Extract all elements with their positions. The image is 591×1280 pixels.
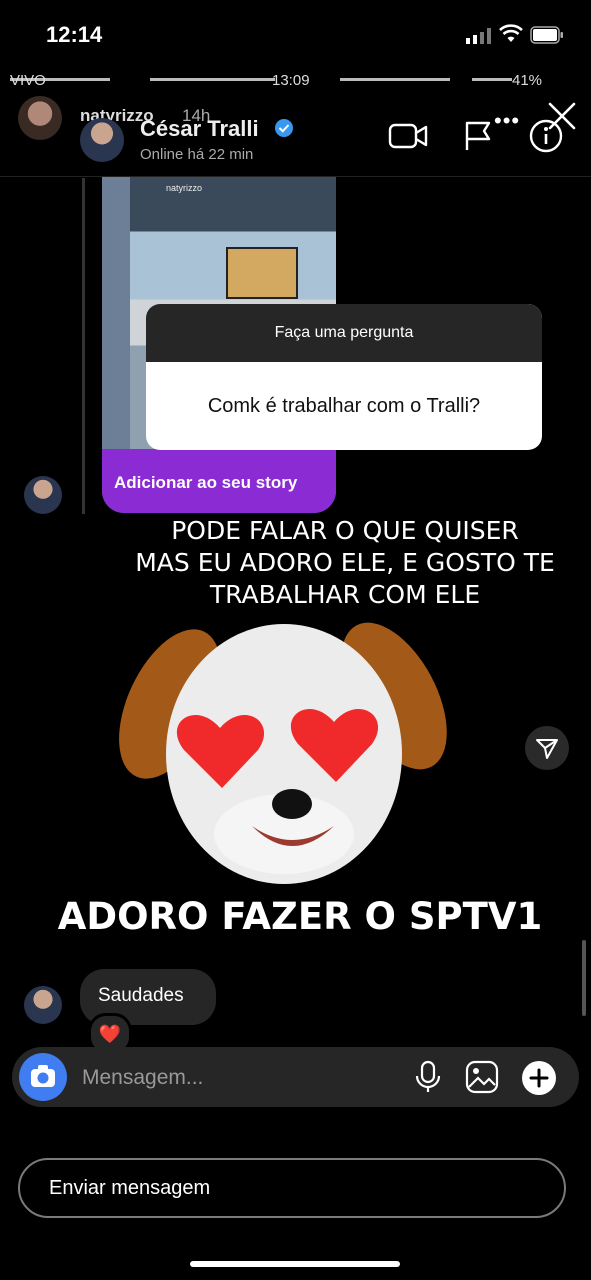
dm-contact-name[interactable]: César Tralli	[140, 116, 259, 142]
message-sender-avatar[interactable]	[24, 986, 62, 1024]
sender-avatar[interactable]	[24, 476, 62, 514]
question-sticker: Faça uma pergunta Comk é trabalhar com o…	[146, 304, 542, 450]
status-time: 12:14	[46, 22, 103, 47]
inner-status-bar: VIVO 13:09 41%	[0, 72, 591, 92]
scrollbar[interactable]	[582, 940, 586, 1016]
verified-badge-icon	[275, 119, 293, 137]
reply-thread-line	[82, 178, 85, 514]
more-options-icon[interactable]: •••	[494, 108, 520, 134]
send-message-button[interactable]: Enviar mensagem	[18, 1158, 566, 1218]
dm-avatar[interactable]	[80, 118, 124, 162]
video-camera-icon[interactable]	[388, 122, 428, 150]
add-content-button[interactable]	[522, 1061, 556, 1095]
add-to-story-label: Adicionar ao seu story	[114, 473, 298, 492]
info-icon[interactable]	[528, 118, 564, 154]
dm-online-status: Online há 22 min	[140, 146, 254, 163]
home-indicator[interactable]	[190, 1261, 400, 1267]
cellular-signal-icon	[466, 28, 491, 44]
battery-icon	[530, 26, 563, 44]
microphone-icon[interactable]	[414, 1060, 442, 1094]
camera-button[interactable]	[19, 1053, 67, 1101]
story-avatar[interactable]	[18, 96, 62, 140]
dog-memoji-sticker	[119, 622, 447, 884]
share-story-button[interactable]	[525, 726, 569, 770]
inner-time: 13:09	[272, 72, 310, 89]
flag-icon[interactable]	[462, 120, 494, 152]
send-arrow-icon	[536, 739, 558, 759]
gallery-icon[interactable]	[464, 1059, 500, 1095]
message-text: Saudades	[98, 985, 184, 1006]
question-text: Comk é trabalhar com o Tralli?	[207, 395, 481, 417]
caption-line-1: PODE FALAR O QUE QUISER	[171, 516, 519, 545]
carrier-label: VIVO	[10, 72, 46, 89]
camera-icon	[31, 1065, 55, 1087]
plus-icon	[529, 1068, 549, 1088]
inner-battery: 41%	[512, 72, 543, 89]
wifi-icon	[499, 24, 523, 42]
message-input[interactable]	[80, 1060, 404, 1096]
tv-screen-image	[226, 247, 298, 299]
story-caption-bottom: ADORO FAZER O SPTV1	[57, 895, 543, 938]
question-title: Faça uma pergunta	[146, 304, 542, 362]
thumbnail-username: natyrizzo	[166, 183, 203, 193]
caption-line-2: MAS EU ADORO ELE, E GOSTO TE	[135, 548, 555, 577]
add-to-story-button[interactable]: Adicionar ao seu story	[102, 449, 336, 513]
story-caption-top: PODE FALAR O QUE QUISER MAS EU ADORO ELE…	[130, 515, 560, 611]
